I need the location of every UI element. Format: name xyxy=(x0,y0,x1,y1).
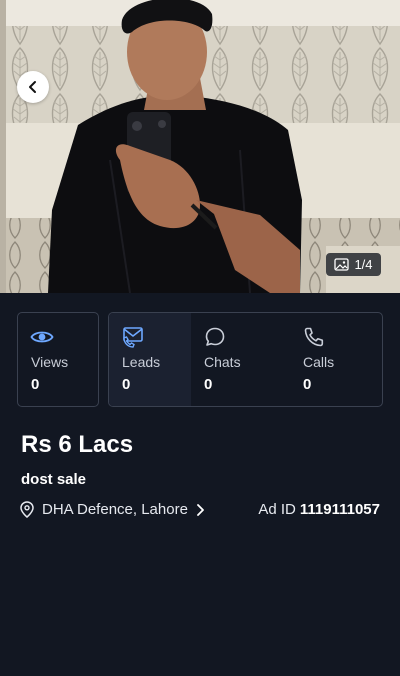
ad-location-text: DHA Defence, Lahore xyxy=(42,501,188,518)
chat-bubble-icon xyxy=(205,327,225,346)
chevron-left-icon xyxy=(29,81,36,93)
photo-counter-text: 1/4 xyxy=(354,257,373,272)
ad-id-value: 1119111057 xyxy=(299,501,380,518)
envelope-phone-icon xyxy=(123,327,143,348)
stat-calls-value: 0 xyxy=(303,376,312,393)
stat-chats[interactable]: Chats 0 xyxy=(191,313,290,406)
stat-group-leads: Leads 0 Chats 0 Calls 0 xyxy=(108,312,383,407)
ad-price: Rs 6 Lacs xyxy=(21,431,134,458)
ad-location[interactable]: DHA Defence, Lahore xyxy=(20,501,205,518)
eye-icon xyxy=(30,331,54,343)
ad-stats: Views 0 Leads 0 Chats 0 Calls 0 xyxy=(17,312,383,407)
ad-photo-image xyxy=(0,0,400,293)
location-pin-icon xyxy=(20,501,34,518)
ad-id-label: Ad ID xyxy=(258,501,296,518)
photo-counter[interactable]: 1/4 xyxy=(326,253,381,276)
ad-id: Ad ID 1119111057 xyxy=(258,501,380,518)
phone-icon xyxy=(304,327,324,347)
stat-leads-value: 0 xyxy=(122,376,131,393)
back-button[interactable] xyxy=(17,71,49,103)
stat-chats-label: Chats xyxy=(204,354,241,370)
stat-views-label: Views xyxy=(31,354,69,370)
stat-views-value: 0 xyxy=(31,376,40,393)
stat-leads[interactable]: Leads 0 xyxy=(109,313,191,406)
ad-title: dost sale xyxy=(21,471,87,488)
ad-photo[interactable]: 1/4 xyxy=(0,0,400,293)
stat-leads-label: Leads xyxy=(122,354,161,370)
image-icon xyxy=(334,258,350,271)
chevron-right-icon xyxy=(197,503,204,516)
stat-calls[interactable]: Calls 0 xyxy=(290,313,382,406)
stat-calls-label: Calls xyxy=(303,354,335,370)
stat-views[interactable]: Views 0 xyxy=(17,312,99,407)
stat-chats-value: 0 xyxy=(204,376,213,393)
